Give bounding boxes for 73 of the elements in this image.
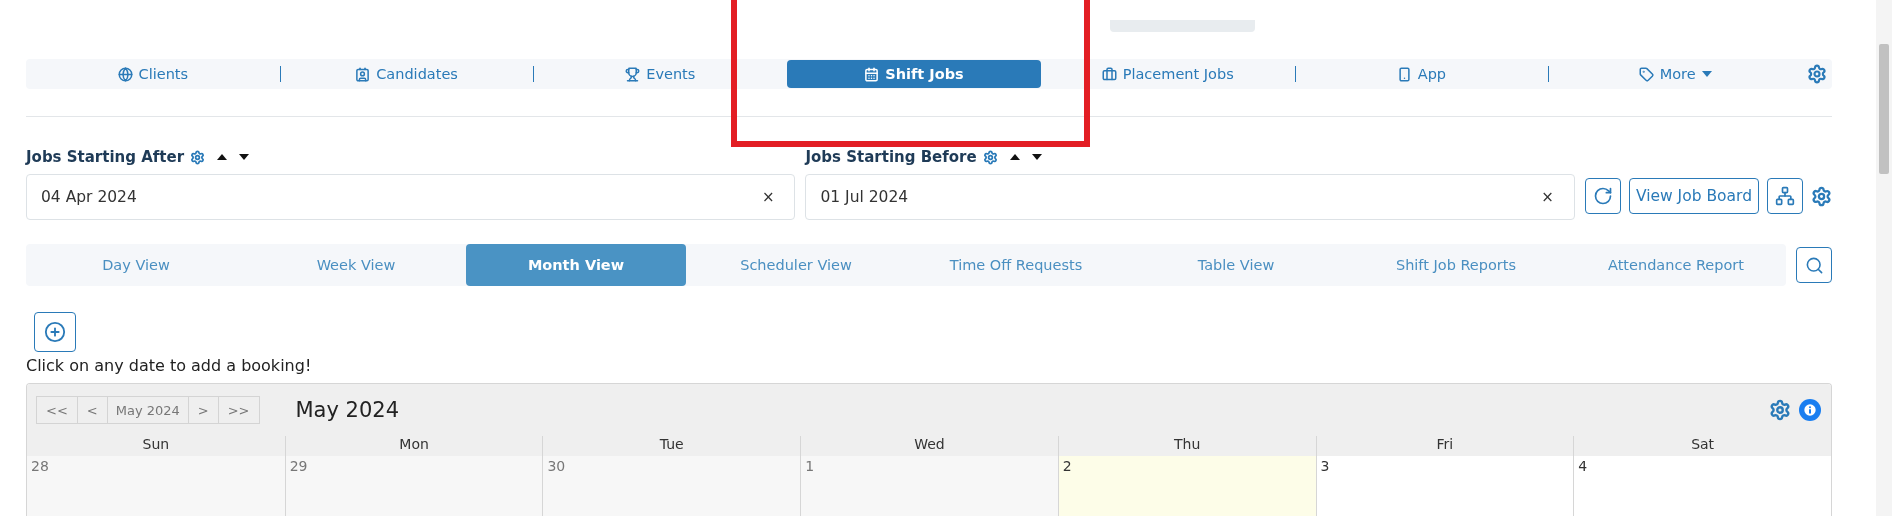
calendar-nav-button[interactable]: > xyxy=(187,396,219,424)
view-tab[interactable]: Time Off Requests xyxy=(906,244,1126,286)
date-field[interactable]: 04 Apr 2024 × xyxy=(26,174,796,220)
weekday-header: Sun xyxy=(27,436,285,456)
calendar-icon xyxy=(864,66,880,82)
briefcase-icon xyxy=(1101,66,1117,82)
day-cell[interactable]: 29 xyxy=(284,456,543,516)
clear-icon[interactable]: × xyxy=(761,188,775,206)
search-button[interactable] xyxy=(1796,247,1832,283)
day-cell[interactable]: 2 xyxy=(1057,456,1316,516)
settings-icon[interactable] xyxy=(190,149,206,165)
hint-text: Click on any date to add a booking! xyxy=(26,356,313,375)
day-cell[interactable]: 1 xyxy=(800,456,1058,516)
day-number: 1 xyxy=(805,458,815,474)
filter-label: Jobs Starting After xyxy=(26,148,185,166)
month-button[interactable]: May 2024 xyxy=(106,396,189,424)
search-icon xyxy=(1804,255,1824,275)
refresh-button[interactable] xyxy=(1584,178,1621,214)
weekday-header: Fri xyxy=(1315,436,1574,456)
nav-tab[interactable]: More xyxy=(1548,60,1802,88)
globe-icon xyxy=(117,66,133,82)
nav-tab[interactable]: Clients xyxy=(26,60,280,88)
day-cell[interactable]: 30 xyxy=(542,456,801,516)
phone-icon xyxy=(1396,66,1412,82)
calendar-title: May 2024 xyxy=(295,398,401,422)
view-tab[interactable]: Day View xyxy=(26,244,246,286)
add-button[interactable] xyxy=(34,312,76,352)
weekday-header: Thu xyxy=(1057,436,1316,456)
day-number: 3 xyxy=(1320,458,1330,474)
day-number: 2 xyxy=(1062,458,1072,474)
sort-down-icon[interactable] xyxy=(239,154,250,160)
trophy-icon xyxy=(625,66,641,82)
day-number: 28 xyxy=(31,458,49,474)
clear-icon[interactable]: × xyxy=(1541,188,1554,206)
sort-up-icon[interactable] xyxy=(217,154,228,160)
nav-tab[interactable]: Shift Jobs xyxy=(787,60,1041,88)
hierarchy-icon xyxy=(1775,186,1795,206)
date-field[interactable]: 01 Jul 2024 × xyxy=(805,174,1575,220)
scrollbar[interactable] xyxy=(1876,0,1892,516)
sort-down-icon[interactable] xyxy=(1031,154,1042,160)
weekday-header: Sat xyxy=(1573,436,1831,456)
nav-tab[interactable]: Placement Jobs xyxy=(1040,60,1295,88)
day-number: 4 xyxy=(1578,458,1588,474)
nav-tab[interactable]: App xyxy=(1294,60,1549,88)
day-cell[interactable]: 28 xyxy=(27,456,285,516)
calendar-nav-button[interactable]: < xyxy=(76,396,108,424)
settings-icon[interactable] xyxy=(1769,399,1791,421)
hierarchy-button[interactable] xyxy=(1767,178,1803,214)
view-tab[interactable]: Shift Job Reports xyxy=(1346,244,1566,286)
calendar-nav-button[interactable]: >> xyxy=(217,396,260,424)
weekday-header: Tue xyxy=(542,436,801,456)
nav-tab[interactable]: Events xyxy=(533,60,788,88)
id-card-icon xyxy=(355,66,371,82)
view-job-board-button[interactable]: View Job Board xyxy=(1628,178,1759,214)
nav-tab[interactable]: Candidates xyxy=(279,60,534,88)
settings-icon[interactable] xyxy=(982,149,998,165)
view-tab[interactable]: Scheduler View xyxy=(686,244,906,286)
filter-label: Jobs Starting Before xyxy=(805,148,977,166)
tag-icon xyxy=(1638,66,1654,82)
sort-up-icon[interactable] xyxy=(1009,154,1020,160)
view-tab[interactable]: Attendance Report xyxy=(1566,244,1786,286)
day-number: 30 xyxy=(547,458,566,474)
weekday-header: Wed xyxy=(800,436,1058,456)
day-number: 29 xyxy=(289,458,308,474)
view-tab[interactable]: Table View xyxy=(1126,244,1346,286)
view-tab[interactable]: Week View xyxy=(246,244,466,286)
info-icon[interactable] xyxy=(1799,399,1821,421)
weekday-header: Mon xyxy=(284,436,543,456)
calendar-nav-button[interactable]: << xyxy=(36,396,78,424)
plus-circle-icon xyxy=(44,321,66,343)
settings-icon[interactable] xyxy=(1811,185,1832,207)
view-tab[interactable]: Month View xyxy=(466,244,686,286)
refresh-icon xyxy=(1592,186,1613,206)
